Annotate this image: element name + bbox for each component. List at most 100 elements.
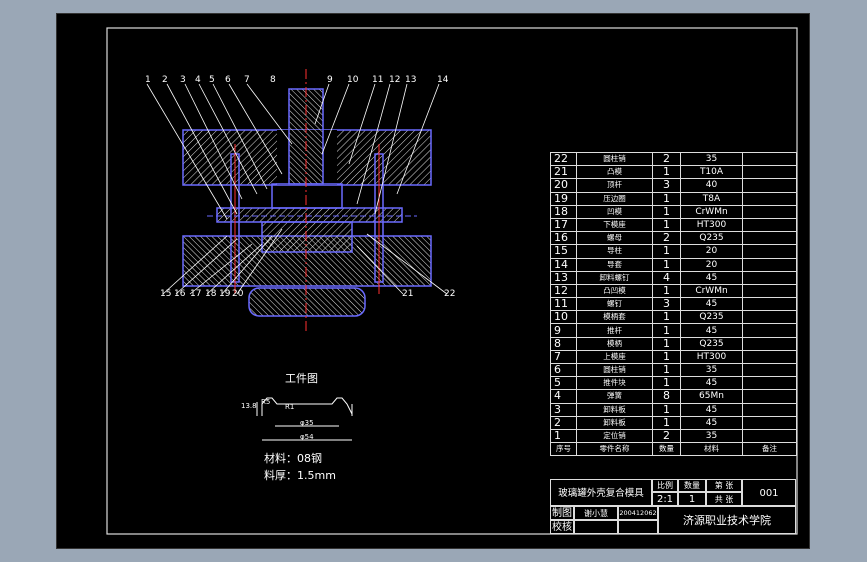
- part-qty: 1: [652, 336, 681, 351]
- part-name: 推杆: [576, 323, 653, 338]
- part-name: 下模座: [576, 217, 653, 233]
- drawing-title: 玻璃罐外壳复合模具: [550, 479, 652, 506]
- part-note: [742, 217, 797, 233]
- part-no: 15: [550, 244, 577, 259]
- callout-10: 10: [347, 75, 359, 85]
- part-name: 定位销: [576, 428, 653, 444]
- sheet-label: 第 张: [706, 479, 742, 492]
- part-note: [742, 151, 797, 167]
- parts-list-row: 15 导柱 1 20: [550, 244, 797, 259]
- part-name: 压边圈: [576, 191, 653, 206]
- part-mat: HT300: [680, 217, 743, 233]
- part-mat: Q235: [680, 310, 743, 325]
- callout-20: 20: [232, 289, 244, 299]
- part-no: 21: [550, 165, 577, 180]
- part-mat: CrWMn: [680, 283, 743, 299]
- part-no: 6: [550, 362, 577, 378]
- callout-6: 6: [225, 75, 231, 85]
- callout-16: 16: [174, 289, 186, 299]
- part-name: 推件块: [576, 376, 653, 391]
- school-name: 济源职业技术学院: [658, 506, 796, 534]
- drawing-code: 001: [742, 479, 796, 506]
- part-name: 顶杆: [576, 178, 653, 193]
- part-note: [742, 283, 797, 299]
- part-mat: 45: [680, 402, 743, 417]
- part-note: [742, 389, 797, 404]
- part-name: 螺母: [576, 231, 653, 246]
- part-qty: 1: [652, 204, 681, 219]
- part-name: 凹模: [576, 204, 653, 219]
- part-no: 11: [550, 297, 577, 312]
- callout-4: 4: [195, 75, 201, 85]
- part-no: 2: [550, 415, 577, 430]
- parts-list-row: 3 卸料板 1 45: [550, 402, 797, 417]
- part-no: 14: [550, 257, 577, 272]
- drawn-by: 谢小慧: [574, 506, 618, 520]
- student-id: 200412062: [618, 506, 658, 520]
- callout-21: 21: [402, 289, 414, 299]
- callout-7: 7: [244, 75, 250, 85]
- part-note: [742, 178, 797, 193]
- callout-18: 18: [205, 289, 217, 299]
- part-no: 22: [550, 151, 577, 167]
- workpiece-title: 工件图: [285, 372, 318, 385]
- part-mat: 45: [680, 415, 743, 430]
- parts-list-row: 1 定位销 2 35: [550, 428, 797, 444]
- drawing-frame: 1 2 3 4 5 6 7 8 9 10 11 12 13 14 15 16 17 18 19 20 21 22 工件图…: [56, 13, 810, 549]
- callout-9: 9: [327, 75, 333, 85]
- part-qty: 1: [652, 283, 681, 299]
- part-mat: 20: [680, 257, 743, 272]
- scale-label: 比例: [652, 479, 678, 492]
- part-mat: Q235: [680, 231, 743, 246]
- part-qty: 1: [652, 165, 681, 180]
- parts-list-row: 22 圆柱销 2 35: [550, 151, 797, 167]
- parts-list-row: 18 凹模 1 CrWMn: [550, 204, 797, 219]
- part-note: [742, 428, 797, 444]
- part-name: 卸料螺钉: [576, 270, 653, 285]
- part-no: 18: [550, 204, 577, 219]
- part-name: 弹簧: [576, 389, 653, 404]
- callout-19: 19: [219, 289, 231, 299]
- part-no: 9: [550, 323, 577, 338]
- part-qty: 1: [652, 362, 681, 378]
- punch-die: [271, 183, 343, 209]
- part-note: [742, 336, 797, 351]
- part-no: 8: [550, 336, 577, 351]
- part-mat: 35: [680, 428, 743, 444]
- part-name: 导套: [576, 257, 653, 272]
- scale-value: 2:1: [652, 492, 678, 506]
- part-note: [742, 415, 797, 430]
- part-qty: 3: [652, 297, 681, 312]
- parts-list-row: 9 推杆 1 45: [550, 323, 797, 338]
- part-qty: 1: [652, 257, 681, 272]
- part-mat: T8A: [680, 191, 743, 206]
- callout-15: 15: [160, 289, 172, 299]
- title-block: 玻璃罐外壳复合模具 比例 数量 第 张 2:1 1 共 张 001 制图 谢小慧…: [550, 479, 796, 534]
- part-qty: 1: [652, 402, 681, 417]
- part-mat: T10A: [680, 165, 743, 180]
- checked-label: 校核: [550, 520, 574, 534]
- part-no: 16: [550, 231, 577, 246]
- part-name: 凸模: [576, 165, 653, 180]
- part-note: [742, 165, 797, 180]
- parts-list-table: 22 圆柱销 2 35 21 凸模 1 T10A 20 顶杆 3 40 19 压边圈 1 T8A 18 凹模 1 Cr…: [550, 151, 797, 457]
- callout-22: 22: [444, 289, 456, 299]
- part-no: 3: [550, 402, 577, 417]
- part-mat: 65Mn: [680, 389, 743, 404]
- part-qty: 1: [652, 244, 681, 259]
- part-mat: 45: [680, 270, 743, 285]
- part-qty: 3: [652, 178, 681, 193]
- part-name: 模柄套: [576, 310, 653, 325]
- part-mat: 45: [680, 297, 743, 312]
- parts-list-row: 10 模柄套 1 Q235: [550, 310, 797, 325]
- part-note: [742, 349, 797, 365]
- part-note: [742, 257, 797, 272]
- part-mat: CrWMn: [680, 204, 743, 219]
- parts-list-row: 12 凸凹模 1 CrWMn: [550, 283, 797, 299]
- parts-list-row: 6 圆柱销 1 35: [550, 362, 797, 378]
- part-name: 圆柱销: [576, 151, 653, 167]
- part-note: [742, 376, 797, 391]
- part-note: [742, 310, 797, 325]
- callout-1: 1: [145, 75, 151, 85]
- part-mat: Q235: [680, 336, 743, 351]
